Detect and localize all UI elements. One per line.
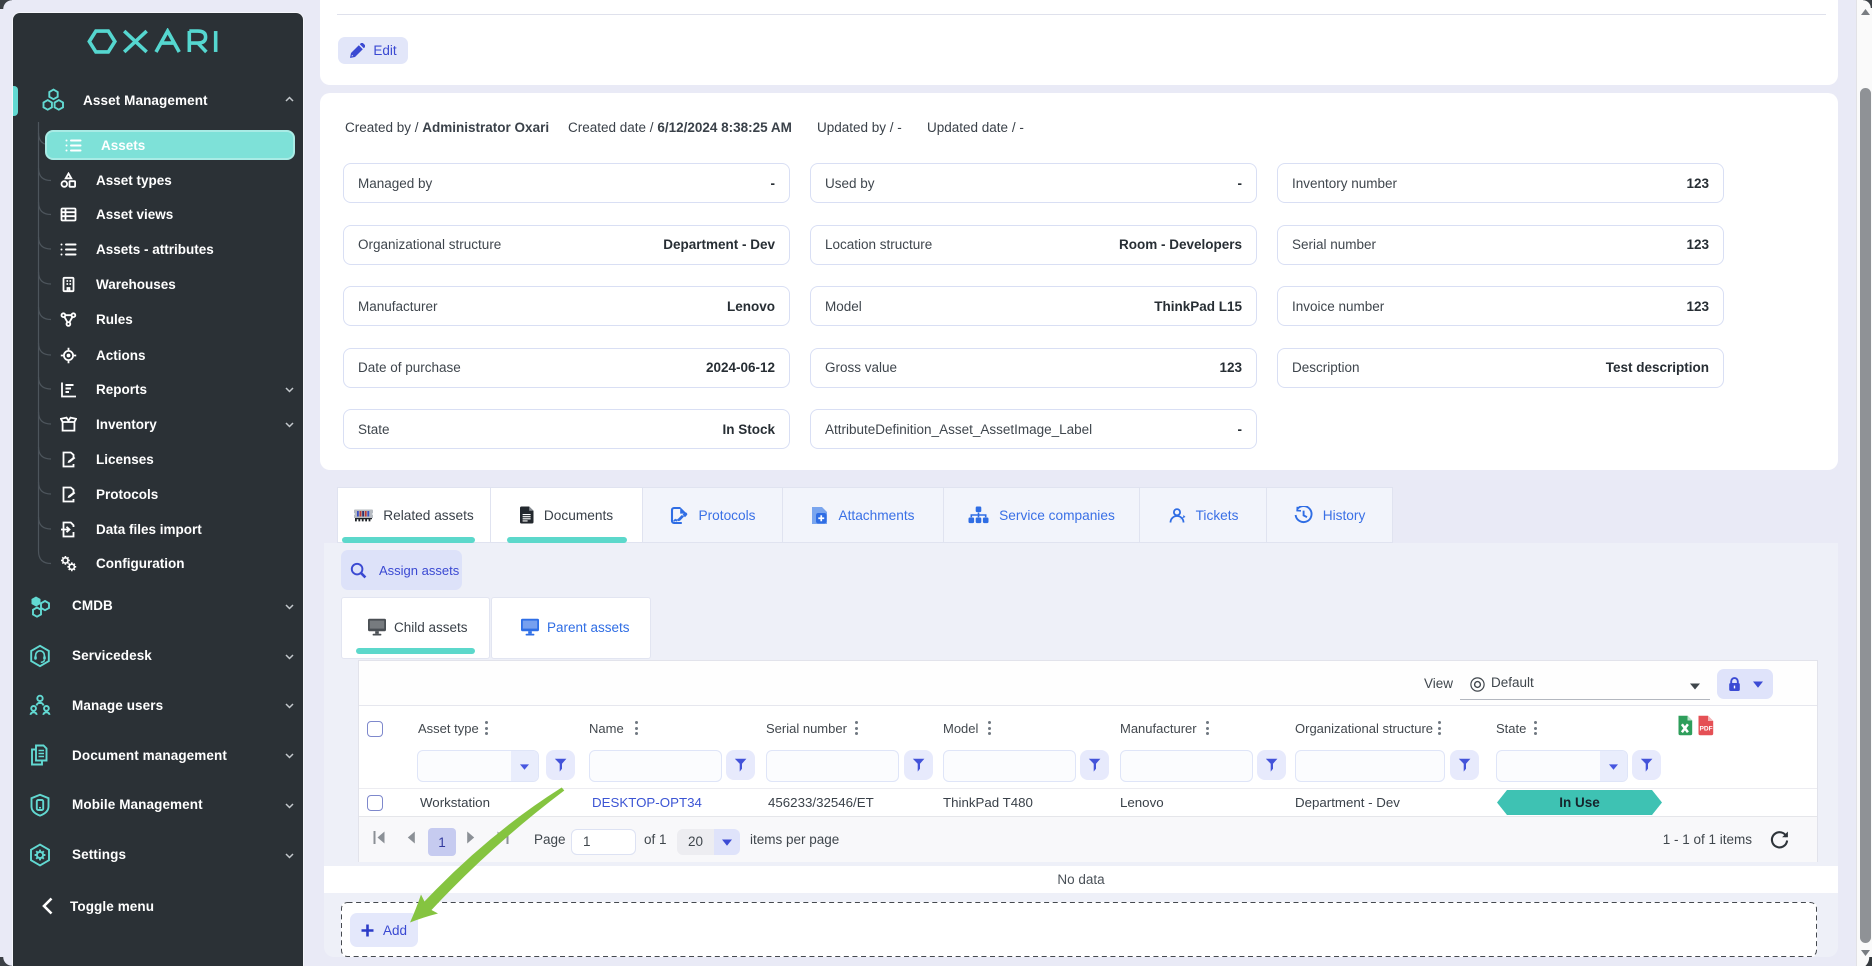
svg-text:PDF: PDF [1700, 725, 1713, 732]
